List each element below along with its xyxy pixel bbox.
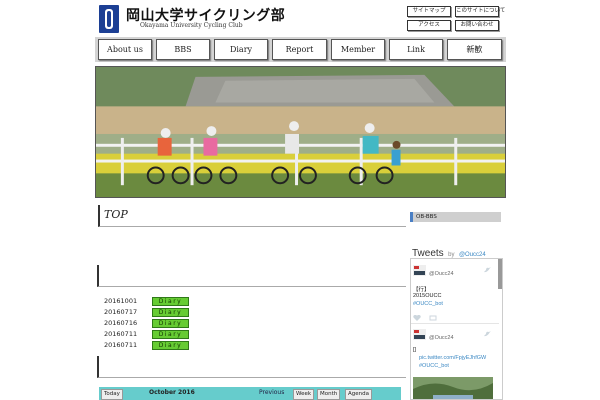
- tweet-photo[interactable]: [413, 377, 493, 400]
- tweet-hashtag[interactable]: #OUCC_bot: [419, 363, 449, 369]
- access-link[interactable]: アクセス: [407, 20, 451, 31]
- diary-button[interactable]: Diary: [152, 330, 189, 339]
- diary-button[interactable]: Diary: [152, 341, 189, 350]
- avatar[interactable]: [413, 329, 426, 340]
- section-title: TOP: [104, 208, 128, 221]
- tweet-pic-link[interactable]: pic.twitter.com/FpjyEJhfGW: [419, 355, 486, 361]
- ob-bbs-link[interactable]: OB-BBS: [410, 212, 501, 222]
- nav-about-us[interactable]: About us: [98, 39, 152, 60]
- tweet-user[interactable]: @Oucc24: [429, 335, 454, 341]
- avatar[interactable]: [413, 265, 426, 276]
- calendar-week-button[interactable]: Week: [293, 389, 315, 400]
- diary-button[interactable]: Diary: [152, 319, 189, 328]
- about-site-link[interactable]: このサイトについて: [455, 6, 505, 17]
- tweet-text: []: [413, 347, 417, 353]
- nav-shinkan[interactable]: 新歓: [447, 39, 502, 60]
- calendar-title: October 2016: [149, 389, 195, 396]
- divider: [97, 356, 406, 378]
- calendar-previous-link[interactable]: Previous: [259, 389, 284, 396]
- timeline-scrollbar[interactable]: [498, 259, 502, 289]
- calendar-today-button[interactable]: Today: [101, 389, 123, 400]
- divider: [97, 265, 406, 287]
- diary-row: 20160717 Diary: [104, 308, 304, 317]
- diary-button[interactable]: Diary: [152, 297, 189, 306]
- diary-date: 20160711: [104, 330, 138, 338]
- like-heart-icon[interactable]: [413, 315, 421, 321]
- tweet-separator: [411, 323, 499, 324]
- calendar-agenda-button[interactable]: Agenda: [345, 389, 372, 400]
- nav-member[interactable]: Member: [331, 39, 385, 60]
- site-subtitle: Okayama University Cycling Club: [140, 22, 243, 29]
- nav-report[interactable]: Report: [272, 39, 327, 60]
- diary-date: 20160711: [104, 341, 138, 349]
- diary-row: 20161001 Diary: [104, 297, 304, 306]
- nav-bbs[interactable]: BBS: [156, 39, 210, 60]
- hero-photo-cyclists: [95, 66, 506, 198]
- diary-date: 20161001: [104, 297, 138, 305]
- tweet-user[interactable]: @Oucc24: [429, 271, 454, 277]
- diary-row: 20160711 Diary: [104, 330, 304, 339]
- diary-date: 20160716: [104, 319, 138, 327]
- tweet-hashtag[interactable]: #OUCC_bot: [413, 301, 443, 307]
- nav-link[interactable]: Link: [389, 39, 443, 60]
- calendar-toolbar: Today October 2016 Previous Week Month A…: [99, 387, 401, 400]
- diary-row: 20160716 Diary: [104, 319, 304, 328]
- twitter-bird-icon: [484, 267, 491, 273]
- diary-button[interactable]: Diary: [152, 308, 189, 317]
- nav-diary[interactable]: Diary: [214, 39, 268, 60]
- sitemap-link[interactable]: サイトマップ: [407, 6, 451, 17]
- contact-link[interactable]: お問い合わせ: [455, 20, 499, 31]
- calendar-month-button[interactable]: Month: [317, 389, 341, 400]
- diary-row: 20160711 Diary: [104, 341, 304, 350]
- share-icon[interactable]: [429, 315, 437, 321]
- tweet-text: 2015OUCC: [413, 293, 442, 299]
- twitter-bird-icon: [484, 331, 491, 337]
- club-logo: [99, 5, 119, 33]
- main-nav: About us BBS Diary Report Member Link 新歓: [95, 37, 506, 62]
- diary-date: 20160717: [104, 308, 138, 316]
- tweet-text: 【行】: [413, 287, 430, 293]
- section-title-box: TOP: [98, 205, 406, 227]
- twitter-timeline[interactable]: @Oucc24 【行】 2015OUCC #OUCC_bot @Oucc24 […: [410, 258, 503, 400]
